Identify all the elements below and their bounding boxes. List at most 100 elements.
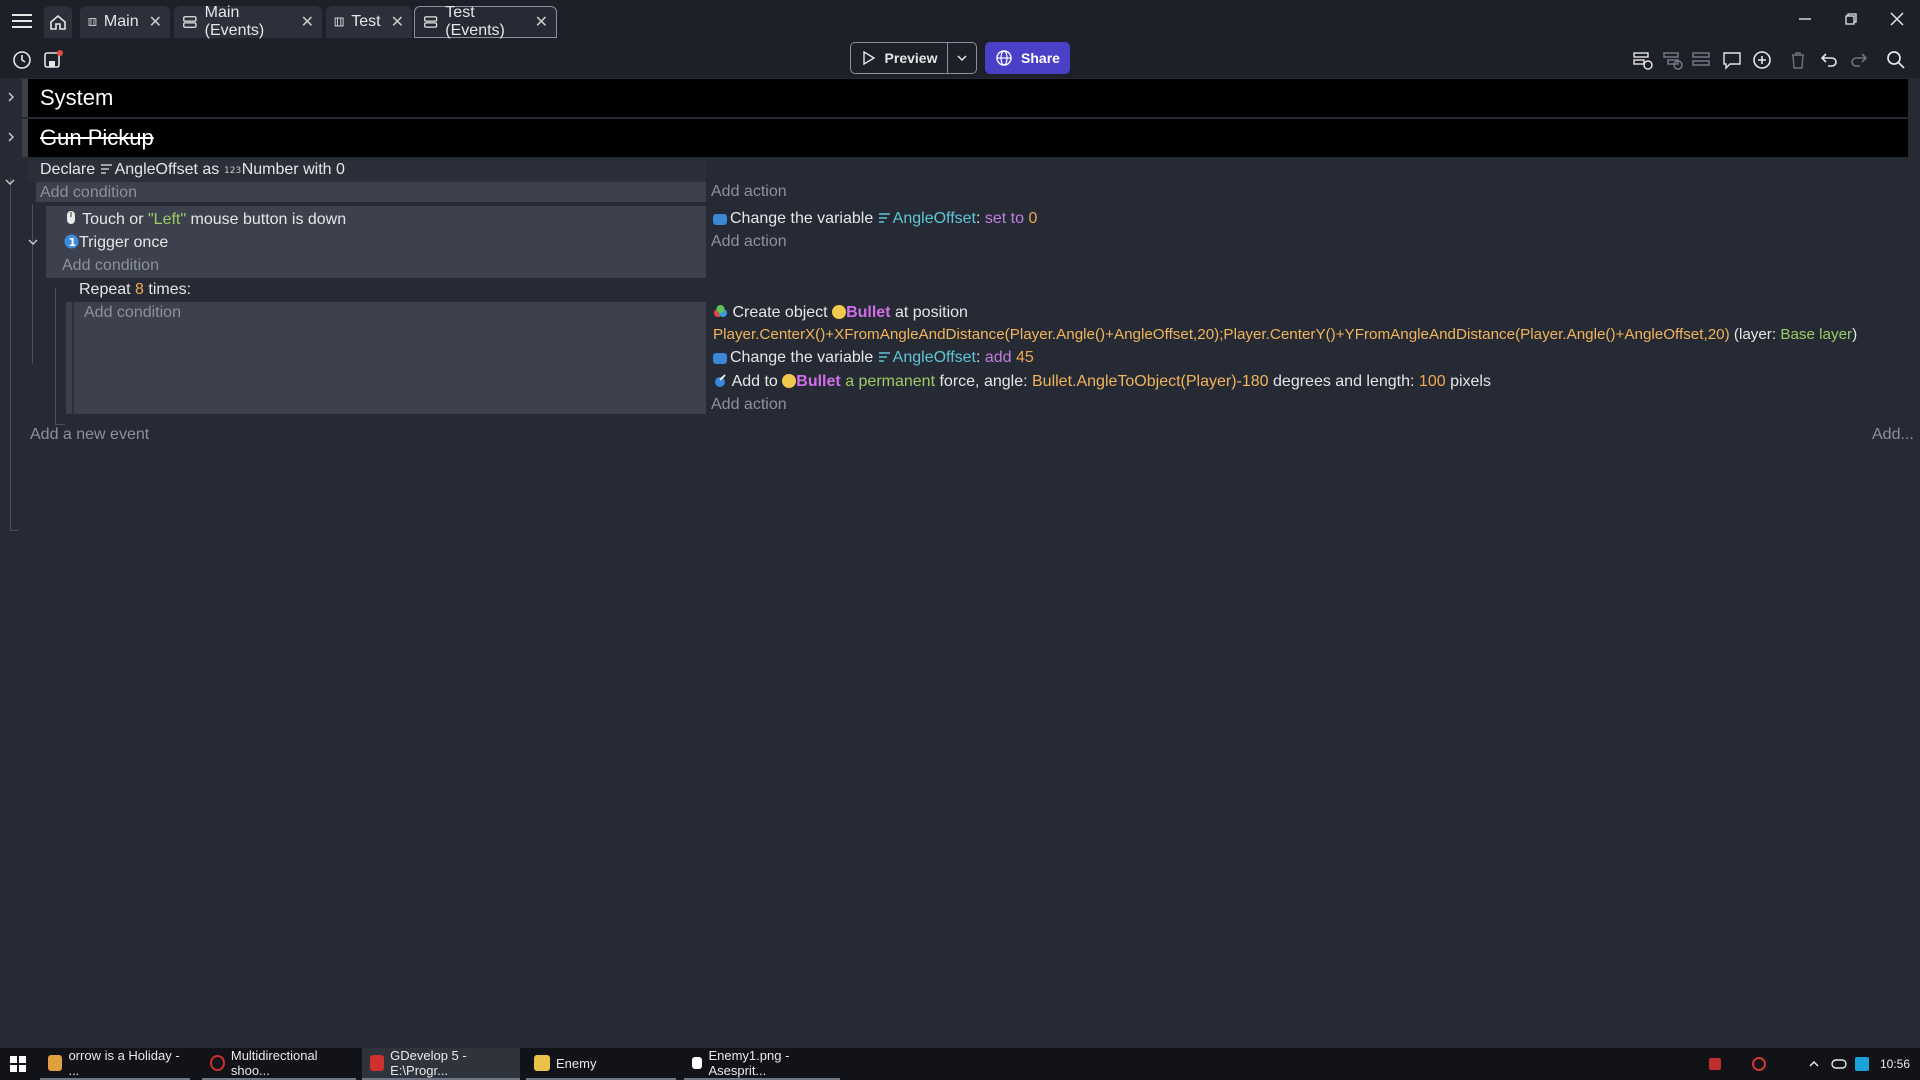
undo-icon[interactable] (1818, 49, 1840, 71)
create-object-icon (714, 305, 727, 317)
taskbar-item[interactable]: Enemy (526, 1048, 676, 1080)
share-button[interactable]: Share (985, 42, 1070, 74)
gamepad-icon[interactable] (1831, 1056, 1847, 1072)
play-icon (862, 50, 875, 66)
chevron-right-icon[interactable] (5, 131, 17, 143)
tree-line (55, 424, 65, 425)
add-circle-icon[interactable] (1751, 49, 1773, 71)
action-create-object[interactable]: Create object Bullet at position (713, 304, 968, 322)
scene-icon (88, 18, 97, 26)
windows-start-icon[interactable] (10, 1056, 26, 1072)
chevron-down-icon (957, 55, 967, 62)
add-action-link[interactable]: Add action (711, 396, 787, 414)
add-condition-link[interactable]: Add condition (84, 304, 181, 322)
close-icon[interactable]: ✕ (391, 12, 404, 32)
group-title: System (40, 85, 114, 110)
add-condition-link[interactable]: Add condition (40, 184, 137, 202)
group-gun-pickup[interactable]: Gun Pickup (28, 119, 1908, 157)
save-icon[interactable] (42, 49, 64, 71)
add-condition-link[interactable]: Add condition (62, 257, 159, 275)
trigger-once-icon: 1 (64, 234, 79, 249)
restore-icon[interactable] (1840, 8, 1862, 30)
add-comment-icon[interactable] (1721, 49, 1743, 71)
add-new-event-link[interactable]: Add a new event (30, 426, 149, 444)
variable-icon (878, 213, 890, 223)
app-icon (48, 1055, 63, 1071)
home-icon (50, 14, 66, 30)
delete-icon[interactable] (1787, 49, 1809, 71)
taskbar-item[interactable]: Multidirectional shoo... (202, 1048, 356, 1080)
chevron-up-icon[interactable] (1808, 1058, 1820, 1070)
tab-label: Test (Events) (445, 4, 505, 39)
tray-app-icon[interactable] (1707, 1056, 1723, 1072)
close-icon[interactable]: ✕ (149, 12, 162, 32)
group-title: Gun Pickup (40, 125, 154, 150)
tree-line (32, 204, 33, 364)
gdevelop-icon (370, 1055, 385, 1071)
tray-app-icon[interactable] (1751, 1056, 1767, 1072)
tab-test-events[interactable]: Test (Events) ✕ (414, 4, 557, 39)
tab-label: Test (351, 13, 381, 30)
events-icon (183, 16, 197, 28)
variable-action-icon (713, 353, 727, 364)
tray-app-icon[interactable] (1854, 1056, 1870, 1072)
add-subevent-icon[interactable] (1662, 49, 1684, 71)
group-system[interactable]: System (28, 79, 1908, 117)
tab-test[interactable]: Test ✕ (326, 6, 412, 38)
bullet-object-icon (782, 374, 797, 388)
toolbar: Preview Share (0, 42, 1920, 78)
preview-dropdown-button[interactable] (947, 42, 977, 74)
repeat-header[interactable]: Repeat 8 times: (79, 281, 191, 299)
variable-icon (878, 352, 890, 362)
action-add-variable[interactable]: Change the variable AngleOffset: add 45 (713, 349, 1034, 367)
clock[interactable]: 10:56 (1880, 1057, 1910, 1071)
add-action-link[interactable]: Add action (711, 183, 787, 201)
close-icon[interactable]: ✕ (535, 12, 548, 32)
share-label: Share (1021, 50, 1060, 66)
taskbar-item[interactable]: Enemy1.png - Asesprit... (684, 1048, 840, 1080)
minimize-icon[interactable] (1794, 8, 1816, 30)
taskbar-item[interactable]: GDevelop 5 - E:\Progr... (362, 1048, 520, 1080)
chevron-right-icon[interactable] (5, 91, 17, 103)
tab-main[interactable]: Main ✕ (80, 6, 170, 38)
action-add-force[interactable]: Add to Bullet a permanent force, angle: … (713, 373, 1491, 391)
close-window-icon[interactable] (1886, 8, 1908, 30)
chevron-down-icon[interactable] (27, 236, 39, 248)
add-event-icon[interactable] (1632, 49, 1654, 71)
taskbar: orrow is a Holiday - ... Multidirectiona… (0, 1048, 1920, 1080)
close-icon[interactable]: ✕ (301, 12, 314, 32)
folder-icon (534, 1055, 550, 1071)
condition-mouse-down[interactable]: Touch or "Left" mouse button is down (64, 210, 346, 229)
tab-label: Main (103, 13, 139, 30)
preview-label: Preview (884, 50, 938, 66)
condition-trigger-once[interactable]: 1 Trigger once (64, 234, 168, 252)
tree-line (10, 530, 18, 531)
taskbar-item[interactable]: orrow is a Holiday - ... (40, 1048, 190, 1080)
events-icon (424, 16, 438, 28)
history-icon[interactable] (11, 49, 33, 71)
scene-icon (334, 17, 344, 27)
declare-variable[interactable]: Declare AngleOffset as 123 Number with 0 (40, 161, 345, 179)
add-more-link[interactable]: Add... (1872, 426, 1914, 444)
variable-action-icon (713, 214, 727, 225)
home-tab[interactable] (44, 6, 72, 38)
globe-icon (996, 50, 1012, 66)
add-action-link[interactable]: Add action (711, 233, 787, 251)
action-create-object-params[interactable]: Player.CenterX()+XFromAngleAndDistance(P… (713, 326, 1857, 343)
opera-icon (210, 1055, 225, 1071)
force-icon (715, 374, 726, 387)
tree-line (10, 178, 11, 530)
tab-label: Main (Events) (204, 4, 265, 39)
hamburger-menu-icon[interactable] (11, 11, 33, 31)
redo-icon[interactable] (1848, 49, 1870, 71)
preview-button[interactable]: Preview (850, 42, 948, 74)
aseprite-icon (692, 1057, 703, 1069)
tree-line (55, 288, 56, 424)
action-set-variable[interactable]: Change the variable AngleOffset: set to … (713, 210, 1037, 228)
svg-text:1: 1 (69, 236, 77, 249)
chevron-down-icon[interactable] (4, 176, 16, 188)
bullet-object-icon (832, 305, 847, 319)
tab-main-events[interactable]: Main (Events) ✕ (174, 4, 322, 39)
search-icon[interactable] (1885, 49, 1907, 71)
add-other-icon[interactable] (1691, 49, 1713, 71)
